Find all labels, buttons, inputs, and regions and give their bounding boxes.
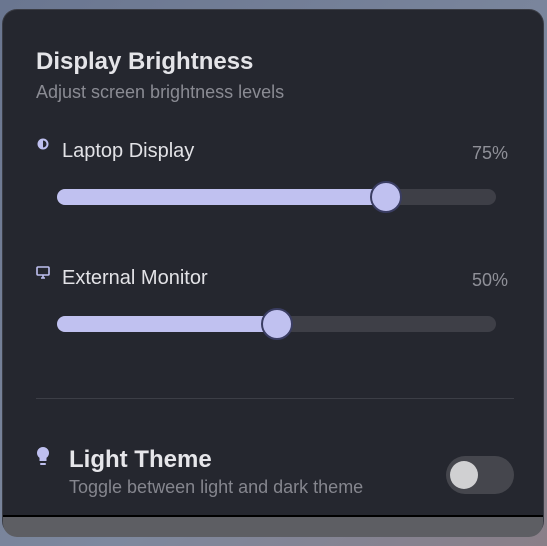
laptop-display-value: 75% [471,143,508,163]
panel-subtitle: Adjust screen brightness levels [36,82,285,102]
slider-thumb[interactable] [370,181,403,213]
panel-bottom-edge [3,515,543,537]
external-monitor-value: 50% [471,270,508,290]
monitor-icon [36,266,50,279]
slider-fill [57,316,277,332]
slider-thumb[interactable] [260,308,293,340]
slider-fill [57,189,387,205]
lightbulb-icon [36,446,50,465]
brightness-icon [37,138,49,150]
laptop-display-slider[interactable] [57,181,496,213]
brightness-panel: Display Brightness Adjust screen brightn… [3,10,543,535]
toggle-knob [450,461,478,489]
light-theme-title: Light Theme [69,446,212,473]
light-theme-subtitle: Toggle between light and dark theme [69,477,364,497]
external-monitor-slider[interactable] [57,308,496,340]
divider [36,398,514,399]
laptop-display-label: Laptop Display [62,140,195,162]
light-theme-toggle[interactable] [446,456,514,494]
panel-title: Display Brightness [36,48,254,75]
external-monitor-label: External Monitor [62,267,208,289]
